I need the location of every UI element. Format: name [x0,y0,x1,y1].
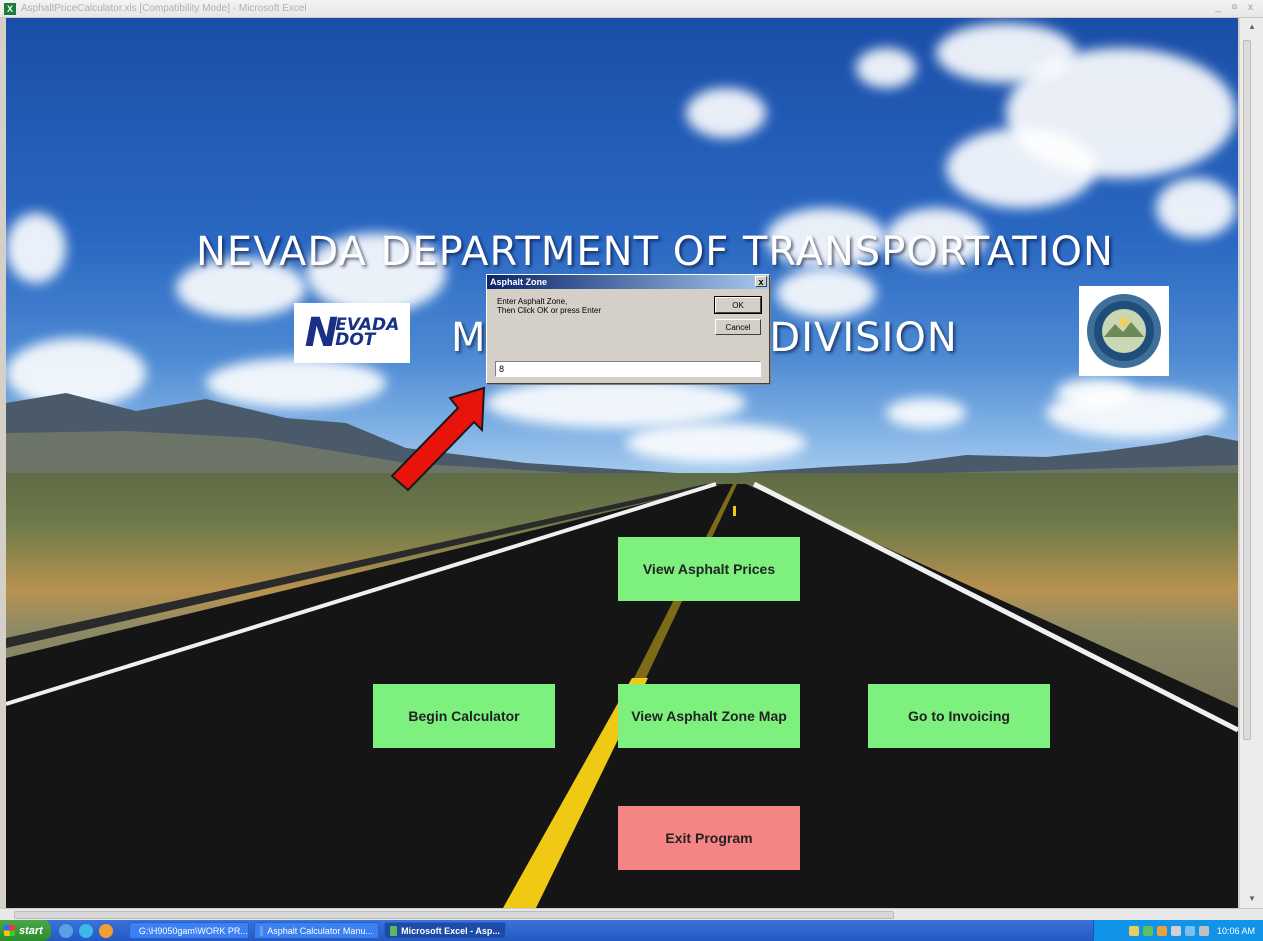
dialog-title: Asphalt Zone [490,277,548,287]
horizontal-scrollbar[interactable] [0,908,1263,920]
window-title: AsphaltPriceCalculator.xls [Compatibilit… [21,3,307,14]
window-title-bar: X AsphaltPriceCalculator.xls [Compatibil… [0,0,1263,18]
ndot-logo: N EVADA DOT [294,303,410,363]
exit-program-button[interactable]: Exit Program [618,806,800,870]
start-label: start [19,924,43,937]
volume-icon[interactable] [1198,925,1209,936]
begin-calculator-button[interactable]: Begin Calculator [373,684,555,748]
taskbar-item-label: Microsoft Excel - Asp... [401,925,500,936]
header-department: NEVADA DEPARTMENT OF TRANSPORTATION [196,229,1114,275]
highway [6,481,1238,908]
windows-flag-icon [4,925,15,936]
asphalt-zone-input[interactable] [495,361,761,377]
taskbar-item-label: G:\H9050gam\WORK PR... [138,925,248,936]
system-tray: 10:06 AM [1093,920,1263,941]
taskbar-item-word[interactable]: Asphalt Calculator Manu... [253,922,379,939]
dialog-title-bar[interactable]: Asphalt Zone x [487,275,769,289]
nevada-seal-icon [1079,286,1169,376]
browser-icon[interactable] [58,923,73,938]
taskbar: start G:\H9050gam\WORK PR... Asphalt Cal… [0,920,1263,941]
dashboard-background: NEVADA DEPARTMENT OF TRANSPORTATION MAIN… [6,18,1238,908]
vertical-scrollbar[interactable]: ▲ ▼ [1239,18,1263,908]
annotation-arrow-icon [390,386,486,492]
excel-icon: X [4,2,16,15]
internet-explorer-icon[interactable] [78,923,93,938]
clock: 10:06 AM [1216,925,1255,936]
dialog-cancel-button[interactable]: Cancel [715,319,761,335]
dialog-prompt-line: Then Click OK or press Enter [497,306,602,315]
tray-icon[interactable] [1156,925,1167,936]
ndot-logo-letter: N [304,310,339,356]
view-asphalt-prices-button[interactable]: View Asphalt Prices [618,537,800,601]
view-asphalt-zone-map-button[interactable]: View Asphalt Zone Map [618,684,800,748]
dialog-ok-button[interactable]: OK [714,296,762,314]
tray-icon[interactable] [1170,925,1181,936]
taskbar-item-folder[interactable]: G:\H9050gam\WORK PR... [128,922,249,939]
media-icon[interactable] [98,923,113,938]
document-icon [259,925,264,936]
tray-icon[interactable] [1128,925,1139,936]
go-to-invoicing-button[interactable]: Go to Invoicing [868,684,1050,748]
horizontal-scroll-thumb[interactable] [14,911,894,919]
dialog-prompt-line: Enter Asphalt Zone, [497,297,568,306]
taskbar-item-label: Asphalt Calculator Manu... [267,925,373,936]
ndot-logo-bottom: DOT [335,330,376,350]
vertical-scroll-thumb[interactable] [1243,40,1251,740]
asphalt-zone-dialog: Asphalt Zone x Enter Asphalt Zone, Then … [486,274,770,384]
quick-launch [58,923,113,938]
window-controls[interactable]: _ ¤ x [1215,2,1257,13]
scroll-up-icon[interactable]: ▲ [1240,20,1263,34]
dialog-prompt: Enter Asphalt Zone, Then Click OK or pre… [497,297,667,315]
tray-icon[interactable] [1142,925,1153,936]
scroll-down-icon[interactable]: ▼ [1240,892,1263,906]
start-button[interactable]: start [0,920,51,941]
network-icon[interactable] [1184,925,1195,936]
dialog-close-button[interactable]: x [755,276,767,287]
excel-icon [389,925,398,936]
taskbar-item-excel[interactable]: Microsoft Excel - Asp... [383,922,506,939]
